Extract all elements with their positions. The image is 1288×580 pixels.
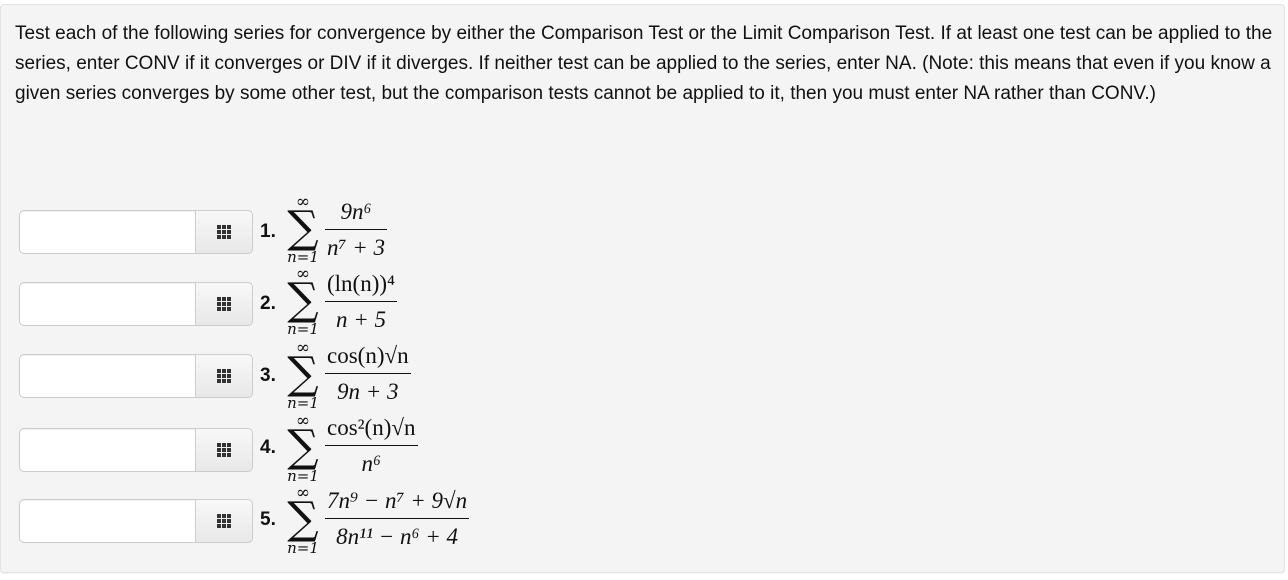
numerator: cos²(n)√n [327,415,416,440]
fraction-bar [325,301,398,302]
problem-label: 2. [260,293,276,314]
sigma-symbol: ∑ [287,274,319,325]
problem-label: 4. [260,437,276,458]
keypad-button[interactable] [195,499,253,543]
numerator: (ln(n))⁴ [327,271,396,296]
fraction-bar [325,229,388,230]
denominator: 9n + 3 [337,379,399,404]
fraction-bar [325,373,411,374]
answer-input-group [19,354,253,398]
grid-icon [217,514,231,528]
series-term: 7n⁹ − n⁷ + 9√n 8n¹¹ − n⁶ + 4 [325,487,470,551]
answer-input[interactable] [19,282,195,326]
keypad-button[interactable] [195,354,253,398]
fraction-bar [325,445,418,446]
series-term: cos²(n)√n n⁶ [325,414,418,478]
series-term: 9n⁶ n⁷ + 3 [325,198,388,262]
sigma-symbol: ∑ [287,202,319,253]
answer-input-group [19,282,253,326]
sum-lower-limit: n=1 [287,394,319,412]
answer-input[interactable] [19,428,195,472]
answer-input-group [19,210,253,254]
sigma-symbol: ∑ [287,348,319,399]
grid-icon [217,369,231,383]
answer-input-group [19,499,253,543]
answer-input[interactable] [19,499,195,543]
sum-lower-limit: n=1 [287,320,319,338]
grid-icon [217,443,231,457]
series-term: (ln(n))⁴ n + 5 [325,270,398,334]
sigma-symbol: ∑ [287,421,319,472]
grid-icon [217,225,231,239]
denominator: n + 5 [336,307,387,332]
numerator: cos(n)√n [327,343,409,368]
sigma-symbol: ∑ [287,493,319,544]
series-term: cos(n)√n 9n + 3 [325,342,411,406]
denominator: n⁷ + 3 [327,235,386,260]
problem-label: 5. [260,509,276,530]
answer-input-group [19,428,253,472]
keypad-button[interactable] [195,210,253,254]
instructions-text: Test each of the following series for co… [15,23,1273,104]
keypad-button[interactable] [195,428,253,472]
grid-icon [217,297,231,311]
numerator: 9n⁶ [340,199,372,224]
answer-input[interactable] [19,210,195,254]
fraction-bar [325,518,470,519]
sum-lower-limit: n=1 [287,248,319,266]
denominator: 8n¹¹ − n⁶ + 4 [336,524,458,549]
answer-input[interactable] [19,354,195,398]
sum-lower-limit: n=1 [287,467,319,485]
sum-lower-limit: n=1 [287,539,319,557]
numerator: 7n⁹ − n⁷ + 9√n [327,488,468,513]
problem-label: 1. [260,221,276,242]
denominator: n⁶ [361,451,382,476]
problem-label: 3. [260,365,276,386]
keypad-button[interactable] [195,282,253,326]
